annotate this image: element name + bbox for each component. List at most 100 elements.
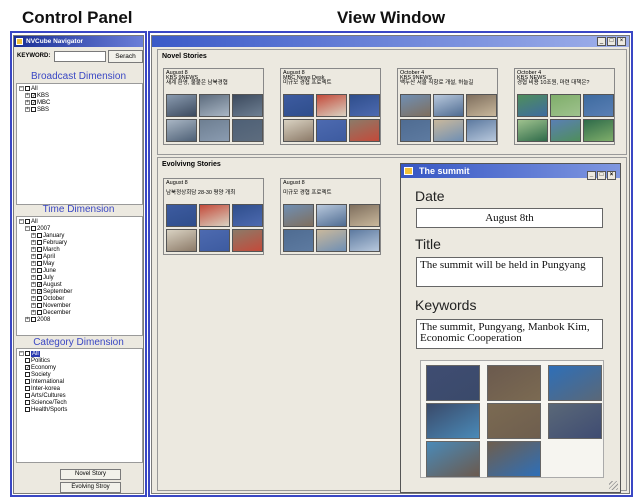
keyframe-thumbnail[interactable] (466, 119, 497, 142)
story-card[interactable]: August 8 미규모 경협 프로젝트 (280, 178, 381, 255)
collapse-icon[interactable]: − (19, 219, 24, 224)
search-button[interactable]: Serach (108, 50, 143, 63)
expand-icon[interactable]: + (31, 254, 36, 259)
keyframe-thumbnail[interactable] (548, 365, 602, 401)
expand-icon[interactable]: + (25, 100, 30, 105)
tree-item[interactable]: + November (31, 303, 71, 310)
checkbox[interactable] (37, 254, 42, 259)
close-button[interactable]: × (617, 37, 626, 46)
expand-icon[interactable]: + (31, 261, 36, 266)
keyword-input[interactable] (54, 51, 106, 62)
checkbox[interactable] (31, 100, 36, 105)
category-tree[interactable]: − AllPoliticsEconomySocietyInternationalI… (16, 348, 143, 463)
keyframe-thumbnail[interactable] (433, 119, 464, 142)
keyframe-thumbnail[interactable] (517, 119, 548, 142)
story-card[interactable]: October 4 KBS NEWS 경협 비용 10조원, 마련 대책은? (514, 68, 615, 145)
expand-icon[interactable]: + (25, 93, 30, 98)
resize-grip-icon[interactable] (609, 481, 618, 490)
checkbox[interactable] (37, 310, 42, 315)
tree-item[interactable]: Economy (25, 365, 56, 372)
checkbox[interactable] (25, 400, 30, 405)
control-panel-titlebar[interactable]: NVCube Navigator (14, 36, 143, 47)
checkbox[interactable] (25, 393, 30, 398)
keyframe-thumbnail[interactable] (487, 365, 541, 401)
checkbox[interactable] (31, 93, 36, 98)
summit-close-button[interactable]: × (607, 171, 616, 180)
keyframe-thumbnail[interactable] (517, 94, 548, 117)
keyframe-thumbnail[interactable] (316, 94, 347, 117)
checkbox[interactable] (25, 365, 30, 370)
keyframe-thumbnail[interactable] (283, 204, 314, 227)
tree-item[interactable]: − 2007 (25, 226, 50, 233)
checkbox[interactable] (37, 303, 42, 308)
keyframe-thumbnail[interactable] (349, 119, 380, 142)
keyframe-thumbnail[interactable] (166, 119, 197, 142)
keyframe-thumbnail[interactable] (349, 94, 380, 117)
keyframe-thumbnail[interactable] (426, 441, 480, 477)
expand-icon[interactable]: + (31, 310, 36, 315)
keyframe-thumbnail[interactable] (400, 119, 431, 142)
tree-item[interactable]: Inter-korea (25, 386, 60, 393)
expand-icon[interactable]: + (31, 247, 36, 252)
tree-item[interactable]: + September (31, 289, 72, 296)
expand-icon[interactable]: + (31, 240, 36, 245)
expand-icon[interactable]: + (31, 275, 36, 280)
keyframe-thumbnail[interactable] (283, 119, 314, 142)
checkbox[interactable] (37, 233, 42, 238)
keyframe-thumbnail[interactable] (400, 94, 431, 117)
keyframe-thumbnail[interactable] (466, 94, 497, 117)
tree-item[interactable]: − All (19, 351, 40, 358)
keyframe-thumbnail[interactable] (583, 119, 614, 142)
keyframe-thumbnail[interactable] (487, 441, 541, 477)
story-card[interactable]: August 8 KBS 9NEWS 새계 환영, 불붙은 남북경협 (163, 68, 264, 145)
summit-titlebar[interactable]: The summit _ □ × (401, 164, 620, 180)
keyframe-thumbnail[interactable] (232, 204, 263, 227)
summit-minimize-button[interactable]: _ (587, 171, 596, 180)
checkbox[interactable] (37, 261, 42, 266)
expand-icon[interactable]: + (31, 233, 36, 238)
checkbox[interactable] (37, 275, 42, 280)
checkbox[interactable] (25, 407, 30, 412)
story-card[interactable]: August 8 MBC News Desk 미규모 경협 프로젝트 (280, 68, 381, 145)
keyframe-thumbnail[interactable] (166, 204, 197, 227)
tree-item[interactable]: +2008 (25, 317, 50, 324)
keyframe-thumbnail[interactable] (349, 204, 380, 227)
keyframe-thumbnail[interactable] (283, 94, 314, 117)
summit-maximize-button[interactable]: □ (597, 171, 606, 180)
checkbox[interactable] (25, 351, 30, 356)
tree-item[interactable]: + January (31, 233, 64, 240)
keyframe-thumbnail[interactable] (433, 94, 464, 117)
keyframe-thumbnail[interactable] (349, 229, 380, 252)
checkbox[interactable] (25, 386, 30, 391)
keyframe-thumbnail[interactable] (548, 403, 602, 439)
tree-item[interactable]: Society (25, 372, 51, 379)
novel-story-button[interactable]: Novel Story (60, 469, 121, 480)
keyframe-thumbnail[interactable] (232, 94, 263, 117)
tree-item[interactable]: Politics (25, 358, 50, 365)
tree-item[interactable]: + March (31, 247, 60, 254)
checkbox[interactable] (25, 86, 30, 91)
maximize-button[interactable]: □ (607, 37, 616, 46)
keyframe-thumbnail[interactable] (166, 229, 197, 252)
keyframe-thumbnail[interactable] (550, 94, 581, 117)
keyframe-thumbnail[interactable] (232, 229, 263, 252)
view-window-titlebar[interactable]: _ □ × (152, 36, 629, 47)
checkbox[interactable] (25, 219, 30, 224)
keyframe-thumbnail[interactable] (550, 119, 581, 142)
expand-icon[interactable]: + (31, 303, 36, 308)
tree-item[interactable]: International (25, 379, 64, 386)
keyframe-thumbnail[interactable] (426, 403, 480, 439)
checkbox[interactable] (31, 107, 36, 112)
checkbox[interactable] (31, 317, 36, 322)
tree-item[interactable]: + October (31, 296, 64, 303)
keyframe-thumbnail[interactable] (283, 229, 314, 252)
checkbox[interactable] (37, 247, 42, 252)
expand-icon[interactable]: + (31, 268, 36, 273)
keyframe-thumbnail[interactable] (199, 94, 230, 117)
keyframe-thumbnail[interactable] (487, 403, 541, 439)
keyframe-thumbnail[interactable] (316, 204, 347, 227)
broadcast-tree[interactable]: −All+KBS+MBC+SBS (16, 83, 143, 205)
collapse-icon[interactable]: − (25, 226, 30, 231)
keyframe-thumbnail[interactable] (166, 94, 197, 117)
checkbox[interactable] (37, 240, 42, 245)
